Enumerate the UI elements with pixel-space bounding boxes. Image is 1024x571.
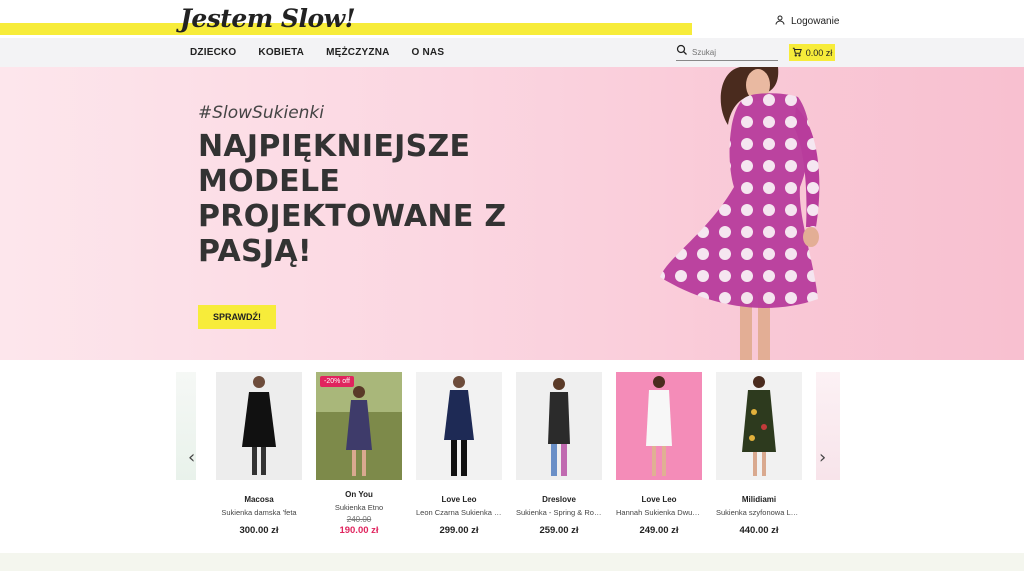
product-brand: Dreslove xyxy=(542,495,576,504)
product-image xyxy=(416,372,502,480)
product-price: 300.00 zł xyxy=(239,525,279,536)
chevron-right-icon[interactable]: › xyxy=(819,447,826,468)
chevron-left-icon[interactable]: ‹ xyxy=(188,447,195,468)
product-price: 440.00 zł xyxy=(739,525,779,536)
product-card[interactable]: Milidiami Sukienka szyfonowa Lau... 440.… xyxy=(716,372,802,536)
product-price: 249.00 zł xyxy=(639,525,679,536)
product-card[interactable]: -20% off On You Sukienka Etno 240.00 190… xyxy=(316,372,402,536)
product-brand: Love Leo xyxy=(441,495,477,504)
product-name[interactable]: Sukienka Etno xyxy=(316,503,402,512)
product-name[interactable]: Leon Czarna Sukienka w... xyxy=(416,508,502,517)
product-name[interactable]: Hannah Sukienka Dwus... xyxy=(616,508,702,517)
product-image xyxy=(516,372,602,480)
product-card[interactable]: Dreslove Sukienka - Spring & Roll ... 25… xyxy=(516,372,602,536)
product-image-wrap: -20% off xyxy=(316,372,402,480)
hero-cta-button[interactable]: SPRAWDŹ! xyxy=(198,305,276,329)
site-logo[interactable]: Jestem Slow! xyxy=(180,4,356,33)
product-old-price: 240.00 xyxy=(346,515,372,524)
cart-icon xyxy=(792,47,802,59)
user-icon xyxy=(774,14,786,29)
product-card[interactable]: Love Leo Hannah Sukienka Dwus... 249.00 … xyxy=(616,372,702,536)
product-image xyxy=(616,372,702,480)
cart-total: 0.00 zł xyxy=(805,47,833,58)
product-image xyxy=(716,372,802,480)
login-link[interactable]: Logowanie xyxy=(774,14,839,29)
product-price: 259.00 zł xyxy=(539,525,579,536)
product-name[interactable]: Sukienka szyfonowa Lau... xyxy=(716,508,802,517)
product-brand: Milidiami xyxy=(741,495,777,504)
search-icon[interactable] xyxy=(676,43,688,61)
product-card[interactable]: Love Leo Leon Czarna Sukienka w... 299.0… xyxy=(416,372,502,536)
discount-badge: -20% off xyxy=(320,376,354,387)
product-name[interactable]: Sukienka - Spring & Roll ... xyxy=(516,508,602,517)
product-image xyxy=(316,372,402,480)
bottom-strip xyxy=(0,553,1024,571)
hero-banner: #SlowSukienki NAJPIĘKNIEJSZE MODELE PROJ… xyxy=(0,67,1024,360)
product-brand: On You xyxy=(345,490,373,499)
product-brand: Love Leo xyxy=(641,495,677,504)
product-card[interactable]: Macosa Sukienka damska 'feta 300.00 zł xyxy=(216,372,302,536)
login-label: Logowanie xyxy=(791,16,840,27)
nav-item-kobieta[interactable]: KOBIETA xyxy=(258,47,304,58)
main-nav: DZIECKO KOBIETA MĘŻCZYZNA O NAS xyxy=(0,38,1024,67)
nav-item-dziecko[interactable]: DZIECKO xyxy=(190,47,236,58)
search-box xyxy=(676,44,778,61)
nav-item-o-nas[interactable]: O NAS xyxy=(412,47,445,58)
nav-item-mezczyzna[interactable]: MĘŻCZYZNA xyxy=(326,47,389,58)
product-name[interactable]: Sukienka damska 'feta xyxy=(216,508,302,517)
product-brand: Macosa xyxy=(244,495,274,504)
search-input[interactable] xyxy=(692,47,772,57)
product-image xyxy=(216,372,302,480)
product-price: 299.00 zł xyxy=(439,525,479,536)
product-carousel: ‹ › Macosa Sukienka damska 'feta 300.00 … xyxy=(176,372,840,547)
cart-button[interactable]: 0.00 zł xyxy=(789,44,835,61)
hero-model-image xyxy=(660,67,820,360)
product-price: 190.00 zł xyxy=(339,525,379,536)
top-header: Jestem Slow! Logowanie xyxy=(0,0,1024,38)
hero-headline: NAJPIĘKNIEJSZE MODELE PROJEKTOWANE Z PAS… xyxy=(198,129,507,269)
hero-hashtag: #SlowSukienki xyxy=(198,103,324,123)
